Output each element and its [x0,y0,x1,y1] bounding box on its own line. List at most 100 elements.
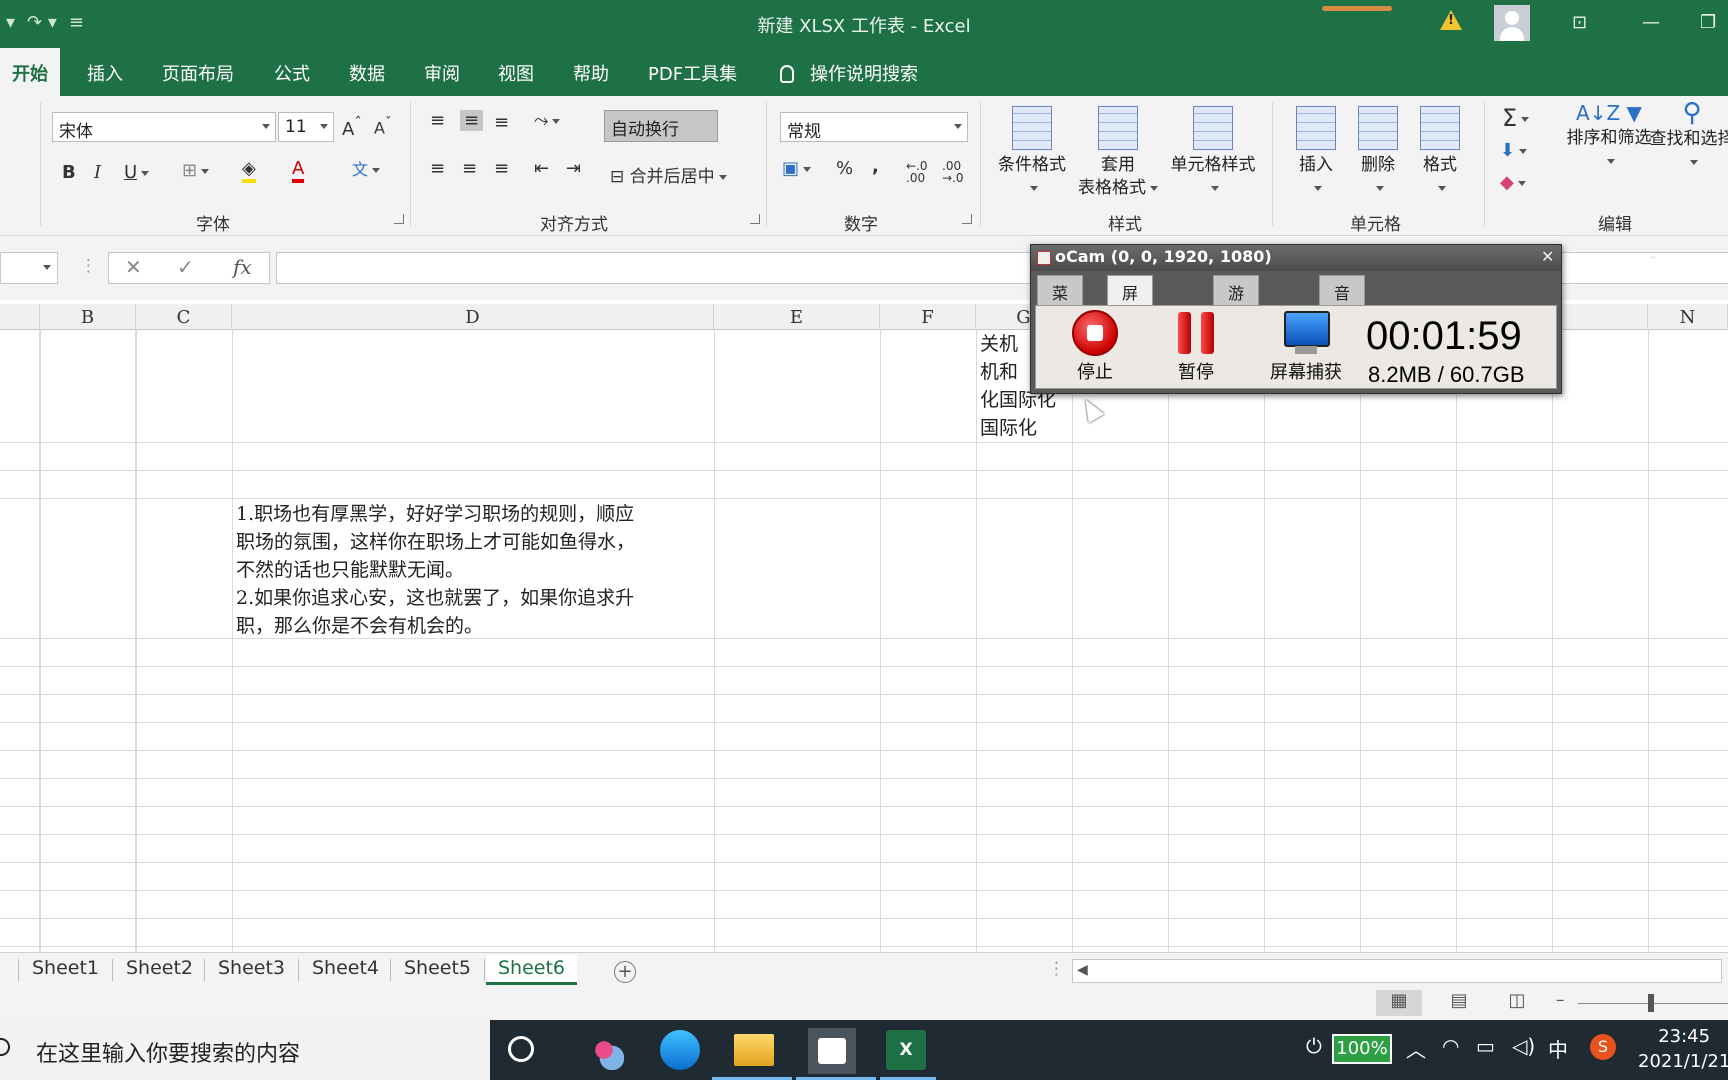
show-hidden-icons-icon[interactable]: ︿ [1406,1034,1426,1063]
sheet-tab-sheet5[interactable]: Sheet5 [404,955,471,985]
wifi-icon[interactable]: ◠ [1442,1034,1459,1058]
ocam-pause-button[interactable]: 暂停 [1176,310,1216,384]
ocam-capture-button[interactable]: 屏幕捕获 [1270,310,1342,384]
align-right-icon[interactable]: ≡ [494,158,509,179]
align-bottom-icon[interactable]: ≡ [494,112,509,133]
sheet-tab-sheet1[interactable]: Sheet1 [32,955,99,985]
name-box[interactable] [0,252,58,284]
decrease-decimal-icon[interactable]: .00 →.0 [942,160,964,184]
ocam-taskbar-button[interactable] [808,1028,856,1074]
ocam-tab-screen-record[interactable]: 屏幕录制 [1107,275,1154,375]
conditional-format-button[interactable]: 条件格式 [994,106,1070,200]
accounting-format-icon[interactable]: ▣ [782,158,812,179]
qq-browser-icon[interactable] [660,1030,700,1070]
column-header-b[interactable]: B [40,304,136,330]
tab-review[interactable]: 审阅 [424,60,460,86]
underline-icon[interactable]: U [124,162,150,183]
taskbar-clock[interactable]: 23:45 2021/1/21 [1638,1024,1728,1074]
column-header-c[interactable]: C [136,304,232,330]
account-avatar-icon[interactable] [1494,5,1530,41]
increase-font-icon[interactable]: Aˆ [342,114,362,140]
input-method-indicator[interactable]: 中 [1548,1034,1568,1063]
battery-indicator[interactable]: 100% [1332,1034,1392,1064]
tab-split-handle-icon[interactable]: ⋮ [1048,959,1065,979]
insert-function-icon[interactable]: fx [233,255,252,279]
maximize-icon[interactable]: ❐ [1700,12,1716,33]
excel-icon[interactable]: X [886,1030,926,1070]
tab-help[interactable]: 帮助 [573,60,609,86]
insert-cells-button[interactable]: 插入 [1290,106,1342,200]
decrease-indent-icon[interactable]: ⇤ [534,158,549,179]
comma-style-icon[interactable]: , [872,156,879,177]
align-middle-icon[interactable]: ≡ [460,110,484,131]
find-select-button[interactable]: ⚲ 查找和选择 [1644,100,1728,174]
column-header-e[interactable]: E [714,304,880,330]
scroll-left-icon[interactable]: ◀ [1077,962,1088,978]
clear-icon[interactable]: ◆ [1500,172,1526,193]
worksheet-grid[interactable]: 关机 机和 化国际化 国际化 1.职场也有厚黑学，好好学习职场的规则，顺应 职场… [0,330,1728,952]
percent-icon[interactable]: % [836,158,853,179]
taskbar-search-box[interactable]: 在这里输入你要搜索的内容 [0,1020,490,1080]
ocam-stop-button[interactable]: 停止 [1072,310,1118,384]
fill-color-icon[interactable]: ◈ [242,158,256,183]
page-layout-view-icon[interactable]: ▤ [1436,990,1482,1016]
sheet-tab-sheet6[interactable]: Sheet6 [486,955,578,985]
tab-page-layout[interactable]: 页面布局 [162,60,234,86]
number-dialog-launcher-icon[interactable] [962,214,972,224]
battery-tray-icon[interactable]: ▭ [1476,1034,1495,1058]
merge-center-button[interactable]: ⊟ 合并后居中 [610,162,727,187]
tab-view[interactable]: 视图 [498,60,534,86]
orientation-icon[interactable]: ⤳ [534,110,561,131]
sheet-tab-sheet4[interactable]: Sheet4 [312,955,379,985]
format-cells-button[interactable]: 格式 [1414,106,1466,200]
formula-bar-grip-icon[interactable]: ⋮ [80,256,97,276]
wrap-text-button[interactable]: 自动换行 [604,110,718,142]
tell-me-search[interactable]: 操作说明搜索 [780,60,918,86]
increase-indent-icon[interactable]: ⇥ [566,158,581,179]
cell-styles-button[interactable]: 单元格样式 [1164,106,1262,200]
cortana-icon[interactable] [508,1036,534,1062]
cell-d4-text[interactable]: 1.职场也有厚黑学，好好学习职场的规则，顺应 职场的氛围，这样你在职场上才可能如… [236,500,714,640]
delete-cells-button[interactable]: 删除 [1352,106,1404,200]
autosum-icon[interactable]: Σ [1502,104,1530,132]
add-sheet-icon[interactable]: + [614,961,636,983]
tab-formulas[interactable]: 公式 [274,60,310,86]
number-format-combo[interactable]: 常规 [780,112,968,142]
column-header-f[interactable]: F [880,304,976,330]
align-left-icon[interactable]: ≡ [430,158,445,179]
ocam-tab-game-record[interactable]: 游戏录制 [1213,275,1260,375]
sogou-ime-icon[interactable]: S [1590,1034,1616,1060]
bold-icon[interactable]: B [62,162,76,183]
ocam-close-icon[interactable]: ✕ [1541,247,1554,266]
italic-icon[interactable]: I [94,162,101,183]
tab-data[interactable]: 数据 [349,60,385,86]
font-size-combo[interactable]: 11 [278,112,334,142]
power-plug-icon[interactable]: ⏻ [1306,1034,1322,1058]
volume-icon[interactable]: ◁) [1512,1034,1535,1058]
ribbon-display-options-icon[interactable]: ⊡ [1572,12,1587,33]
file-explorer-icon[interactable] [734,1034,774,1066]
align-center-icon[interactable]: ≡ [462,158,477,179]
enter-icon[interactable]: ✓ [177,255,194,279]
column-header[interactable] [1552,304,1648,330]
zoom-slider-thumb[interactable] [1648,994,1654,1012]
border-icon[interactable]: ⊞ [182,160,210,181]
font-dialog-launcher-icon[interactable] [394,214,404,224]
minimize-icon[interactable]: — [1642,12,1660,33]
zoom-out-icon[interactable]: – [1556,990,1565,1010]
cancel-icon[interactable]: ✕ [125,255,142,279]
column-header-n[interactable]: N [1648,304,1728,330]
ocam-title-bar[interactable]: oCam (0, 0, 1920, 1080) – ✕ [1031,245,1657,271]
tab-insert[interactable]: 插入 [87,60,123,86]
column-header-a[interactable] [0,304,40,330]
sheet-tab-sheet2[interactable]: Sheet2 [126,955,193,985]
sheet-tab-sheet3[interactable]: Sheet3 [218,955,285,985]
phonetic-guide-icon[interactable]: 文 [352,156,381,180]
warning-icon[interactable] [1440,10,1462,30]
alignment-dialog-launcher-icon[interactable] [750,214,760,224]
ocam-tab-audio-record[interactable]: 音频录制 [1319,275,1366,375]
align-top-icon[interactable]: ≡ [430,110,445,131]
decrease-font-icon[interactable]: Aˇ [374,116,392,137]
horizontal-scrollbar[interactable]: ◀ [1072,959,1722,983]
tab-home[interactable]: 开始 [0,48,60,96]
